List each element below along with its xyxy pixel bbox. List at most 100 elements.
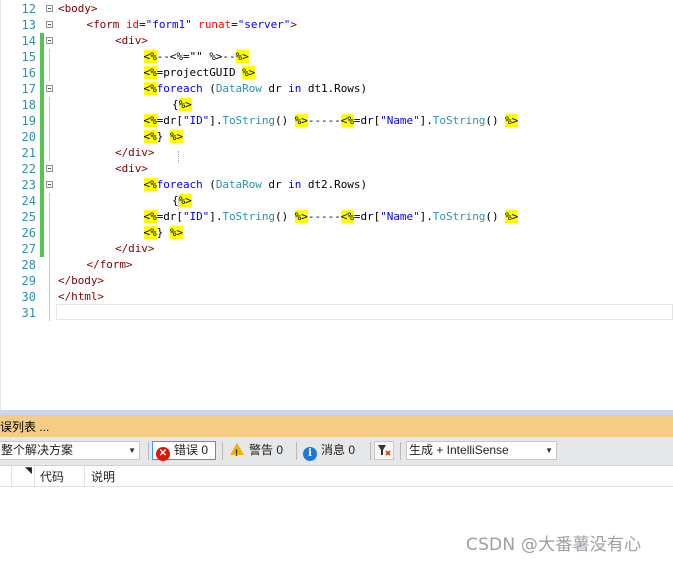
- line-number: 31: [21, 306, 36, 320]
- code-token: </html>: [58, 290, 105, 303]
- toolbar-separator: [370, 442, 371, 460]
- collapse-icon[interactable]: [46, 85, 53, 92]
- code-token: <form: [86, 18, 126, 31]
- code-line[interactable]: 29 </body>: [0, 273, 673, 289]
- code-text: <div>: [115, 161, 148, 177]
- code-line[interactable]: 20 <%} %>: [0, 129, 673, 145]
- code-token: </div>: [115, 242, 155, 255]
- column-header-description[interactable]: 说明: [91, 468, 115, 485]
- line-number: 26: [21, 226, 36, 240]
- asp-delimiter: <%: [143, 210, 157, 223]
- code-text: </div>: [115, 145, 154, 161]
- messages-filter-label: 消息 0: [321, 443, 356, 457]
- code-line[interactable]: 19 <%=dr["ID"].ToString() %>-----<%=dr["N…: [0, 113, 673, 129]
- build-source-dropdown[interactable]: 生成 + IntelliSense ▼: [406, 441, 557, 460]
- code-line[interactable]: 24 {%>: [0, 193, 673, 209]
- outline-line: [49, 65, 50, 81]
- asp-delimiter: <%: [143, 130, 157, 143]
- code-text: {%>: [172, 97, 192, 113]
- errors-filter-label: 错误 0: [174, 443, 209, 457]
- code-text: <%=dr["ID"].ToString() %>-----<%=dr["Nam…: [143, 113, 518, 129]
- change-indicator-bar: [40, 65, 44, 81]
- code-token: dr: [261, 178, 289, 191]
- code-line[interactable]: 21 </div>: [0, 145, 673, 161]
- asp-delimiter: %>: [169, 226, 183, 239]
- toolbar-separator: [400, 442, 401, 460]
- outline-line: [49, 209, 50, 225]
- code-line[interactable]: 15 <%--<%="" %>--%>: [0, 49, 673, 65]
- code-line[interactable]: 22 <div>: [0, 161, 673, 177]
- code-editor[interactable]: 12 <body> 13 <form id="form1" runat="server…: [0, 0, 673, 410]
- code-line[interactable]: 30 </html>: [0, 289, 673, 305]
- code-token: foreach: [156, 82, 203, 95]
- code-token: dt2.Rows): [301, 178, 368, 191]
- code-line[interactable]: 17 <%foreach (DataRow dr in dt1.Rows): [0, 81, 673, 97]
- asp-delimiter: <%: [340, 114, 354, 127]
- code-line[interactable]: 18 {%>: [0, 97, 673, 113]
- asp-delimiter: %>: [294, 210, 308, 223]
- code-line[interactable]: 25 <%=dr["ID"].ToString() %>-----<%=dr["N…: [0, 209, 673, 225]
- outline-line: [49, 145, 50, 161]
- change-indicator-bar: [40, 161, 44, 177]
- outline-line: [49, 241, 50, 257]
- code-token: (): [275, 210, 295, 223]
- outline-line: [49, 273, 50, 289]
- indent-guide: [178, 199, 179, 211]
- change-indicator-bar: [40, 241, 44, 257]
- code-token: =dr[: [353, 210, 381, 223]
- code-line[interactable]: 12 <body>: [0, 1, 673, 17]
- errors-filter-button[interactable]: ✕ 错误 0: [152, 441, 216, 461]
- code-token: =dr[: [156, 210, 183, 223]
- warning-icon: [230, 443, 244, 463]
- code-text: <%foreach (DataRow dr in dt1.Rows): [143, 81, 367, 97]
- messages-filter-button[interactable]: i 消息 0: [303, 441, 367, 461]
- line-number: 20: [21, 130, 36, 144]
- filter-toggle-button[interactable]: [374, 441, 394, 460]
- code-token: ].: [419, 114, 433, 127]
- change-indicator-bar: [40, 209, 44, 225]
- code-line[interactable]: 26 <%} %>: [0, 225, 673, 241]
- code-token: =dr[: [156, 114, 183, 127]
- code-token: </div>: [115, 146, 155, 159]
- line-number: 12: [21, 2, 36, 16]
- code-text: <%--<%="" %>--%>: [143, 49, 249, 65]
- code-line[interactable]: 13 <form id="form1" runat="server">: [0, 17, 673, 33]
- code-token: ].: [209, 210, 223, 223]
- collapse-icon[interactable]: [46, 165, 53, 172]
- outline-line: [49, 49, 50, 65]
- scope-dropdown[interactable]: 整个解决方案 ▼: [0, 441, 140, 460]
- code-line[interactable]: 28 </form>: [0, 257, 673, 273]
- collapse-icon[interactable]: [46, 21, 53, 28]
- code-line[interactable]: 14 <div>: [0, 33, 673, 49]
- watermark: CSDN @大番薯没有心: [466, 535, 642, 555]
- code-token: dr: [261, 82, 289, 95]
- code-token: =projectGUID: [156, 66, 243, 79]
- current-line-highlight: [56, 304, 673, 320]
- sort-indicator-icon: ◥: [25, 465, 32, 475]
- column-separator: [84, 466, 85, 486]
- line-number: 22: [21, 162, 36, 176]
- collapse-icon[interactable]: [46, 181, 53, 188]
- asp-delimiter: <%: [143, 50, 157, 63]
- code-token: "form1": [145, 18, 192, 31]
- code-line[interactable]: 23 <%foreach (DataRow dr in dt2.Rows): [0, 177, 673, 193]
- collapse-icon[interactable]: [46, 37, 53, 44]
- error-list-toolbar: 整个解决方案 ▼ ✕ 错误 0 警告 0 i 消息 0 生成 + IntelliSe…: [0, 437, 673, 466]
- code-token: ToString: [432, 210, 486, 223]
- warnings-filter-button[interactable]: 警告 0: [230, 441, 292, 463]
- code-line[interactable]: 16 <%=projectGUID %>: [0, 65, 673, 81]
- outline-line: [49, 193, 50, 209]
- code-token: --<%="" %>--: [156, 50, 236, 63]
- code-token: (): [485, 210, 506, 223]
- line-number: 17: [21, 82, 36, 96]
- column-header-code[interactable]: 代码: [40, 468, 64, 485]
- code-token: DataRow: [215, 82, 262, 95]
- code-token: </body>: [58, 274, 105, 287]
- error-list-title-bar: 误列表 ...: [0, 415, 673, 437]
- scope-dropdown-value: 整个解决方案: [1, 443, 74, 457]
- code-token: ToString: [432, 114, 486, 127]
- collapse-icon[interactable]: [46, 5, 53, 12]
- code-token: ToString: [222, 114, 275, 127]
- outline-line: [49, 97, 50, 113]
- code-line[interactable]: 27 </div>: [0, 241, 673, 257]
